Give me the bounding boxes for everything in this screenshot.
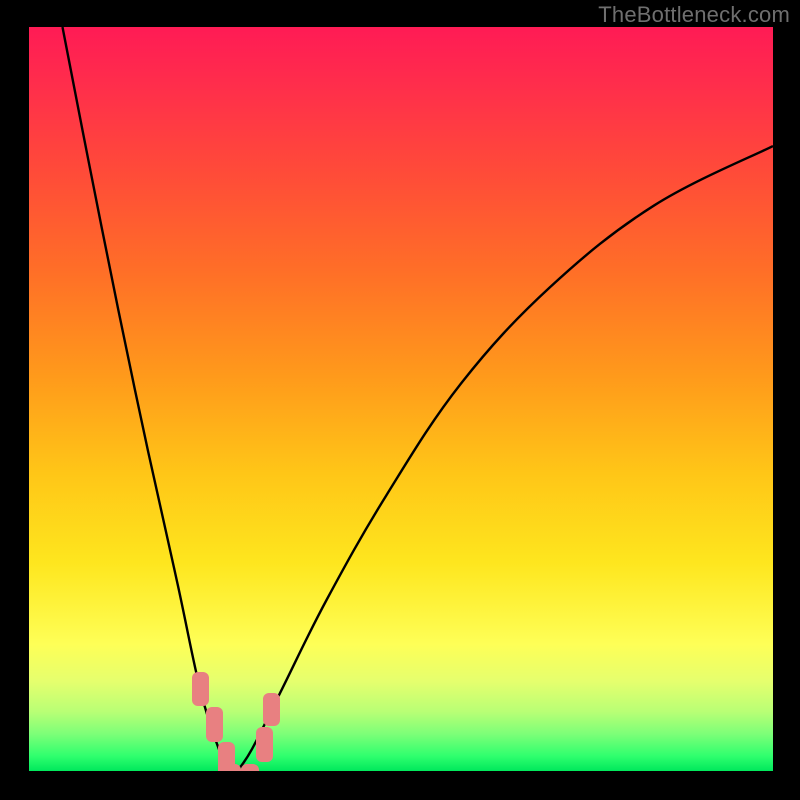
marker-left-mid [206,707,223,742]
marker-right-upper [263,693,280,726]
watermark-text: TheBottleneck.com [598,2,790,28]
bottleneck-curve [29,27,773,771]
marker-bottom-2 [241,764,258,771]
plot-area [29,27,773,771]
marker-bottom-1 [224,764,241,771]
curve-left [62,27,237,771]
curve-right [237,146,773,771]
chart-frame: TheBottleneck.com [0,0,800,800]
marker-right-lower [256,727,273,762]
marker-left-upper [192,672,209,705]
